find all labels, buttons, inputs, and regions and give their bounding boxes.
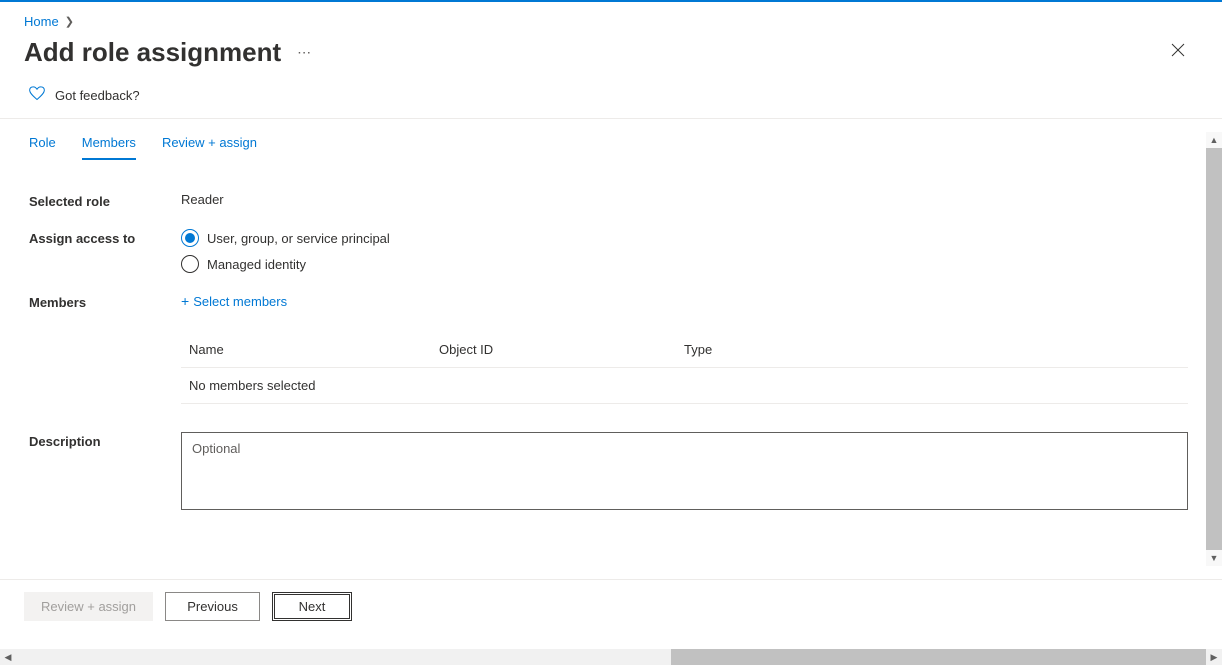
selected-role-value: Reader [181, 192, 1198, 207]
radio-selected-icon [181, 229, 199, 247]
radio-unselected-icon [181, 255, 199, 273]
vertical-scrollbar[interactable]: ▲ ▼ [1206, 132, 1222, 566]
column-header-name: Name [189, 342, 439, 357]
tab-review-assign[interactable]: Review + assign [162, 135, 257, 160]
plus-icon: + [181, 293, 189, 309]
description-input[interactable] [181, 432, 1188, 510]
previous-button[interactable]: Previous [165, 592, 260, 621]
scroll-thumb[interactable] [1206, 148, 1222, 550]
radio-user-group-service-principal[interactable]: User, group, or service principal [181, 229, 1198, 247]
close-button[interactable] [1166, 38, 1190, 67]
breadcrumb-home-link[interactable]: Home [24, 14, 59, 29]
selected-role-label: Selected role [29, 192, 181, 209]
select-members-link[interactable]: + Select members [181, 293, 1198, 309]
scroll-thumb[interactable] [671, 649, 1207, 665]
scroll-up-arrow-icon[interactable]: ▲ [1206, 132, 1222, 148]
assign-access-label: Assign access to [29, 229, 181, 246]
more-icon[interactable]: ⋯ [297, 44, 312, 61]
table-row-empty: No members selected [181, 368, 1188, 404]
page-header: Add role assignment ⋯ [0, 37, 1222, 86]
radio-managed-identity[interactable]: Managed identity [181, 255, 1198, 273]
tabs: Role Members Review + assign [0, 119, 1222, 160]
heart-icon [29, 86, 45, 104]
empty-message: No members selected [189, 378, 315, 393]
chevron-right-icon: ❯ [65, 15, 74, 28]
feedback-label: Got feedback? [55, 88, 140, 103]
breadcrumb: Home ❯ [0, 2, 1222, 37]
scroll-down-arrow-icon[interactable]: ▼ [1206, 550, 1222, 566]
tab-members[interactable]: Members [82, 135, 136, 160]
feedback-link[interactable]: Got feedback? [0, 86, 1222, 119]
members-table: Name Object ID Type No members selected [181, 332, 1188, 404]
description-label: Description [29, 432, 181, 449]
bottom-bar: Review + assign Previous Next [0, 579, 1222, 633]
select-members-text: Select members [193, 294, 287, 309]
next-button[interactable]: Next [272, 592, 352, 621]
review-assign-button: Review + assign [24, 592, 153, 621]
close-icon [1170, 42, 1186, 58]
radio-label-2: Managed identity [207, 257, 306, 272]
scroll-right-arrow-icon[interactable]: ▶ [1206, 649, 1222, 665]
page-title: Add role assignment [24, 37, 281, 68]
radio-label-1: User, group, or service principal [207, 231, 390, 246]
column-header-object-id: Object ID [439, 342, 684, 357]
members-label: Members [29, 293, 181, 310]
horizontal-scrollbar[interactable]: ◀ ▶ [0, 649, 1222, 665]
column-header-type: Type [684, 342, 1180, 357]
scroll-left-arrow-icon[interactable]: ◀ [0, 649, 16, 665]
tab-role[interactable]: Role [29, 135, 56, 160]
